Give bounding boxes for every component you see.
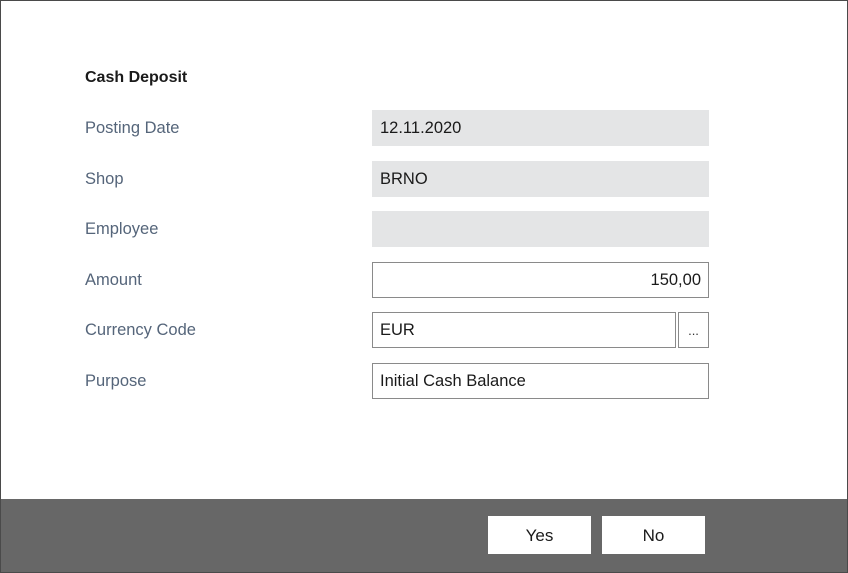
posting-date-row: Posting Date 12.11.2020 [85,110,725,146]
cash-deposit-dialog: Cash Deposit Posting Date 12.11.2020 Sho… [0,0,848,573]
currency-code-lookup-button[interactable]: ... [678,312,709,348]
amount-label: Amount [85,271,142,289]
shop-label: Shop [85,170,124,188]
purpose-row: Purpose Initial Cash Balance [85,363,725,399]
employee-label: Employee [85,220,159,238]
amount-input[interactable]: 150,00 [372,262,709,298]
no-button[interactable]: No [602,516,705,554]
employee-field [372,211,709,247]
currency-code-row: Currency Code EUR ... [85,312,725,348]
dialog-footer: Yes No [1,499,847,572]
posting-date-field: 12.11.2020 [372,110,709,146]
employee-row: Employee [85,211,725,247]
shop-field: BRNO [372,161,709,197]
amount-row: Amount 150,00 [85,262,725,298]
purpose-label: Purpose [85,372,147,390]
dialog-title: Cash Deposit [85,69,188,86]
shop-row: Shop BRNO [85,161,725,197]
currency-code-label: Currency Code [85,321,196,339]
posting-date-label: Posting Date [85,119,180,137]
currency-code-input[interactable]: EUR [372,312,676,348]
yes-button[interactable]: Yes [488,516,591,554]
purpose-input[interactable]: Initial Cash Balance [372,363,709,399]
